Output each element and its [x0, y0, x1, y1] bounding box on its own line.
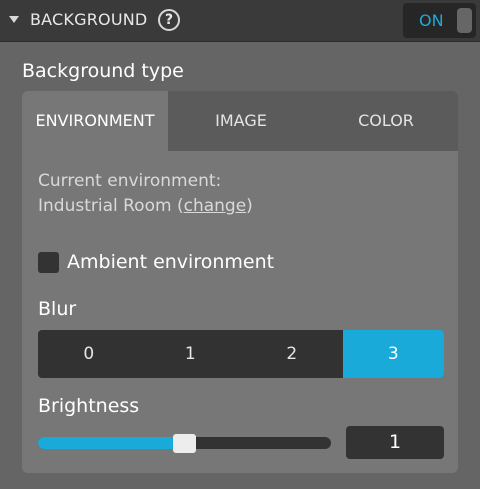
tab-color[interactable]: COLOR — [314, 91, 458, 151]
brightness-slider-handle[interactable] — [173, 434, 196, 453]
tab-bar: ENVIRONMENT IMAGE COLOR — [22, 91, 458, 151]
blur-selector: 0 1 2 3 — [38, 330, 444, 378]
tab-environment[interactable]: ENVIRONMENT — [22, 91, 168, 151]
blur-label: Blur — [38, 298, 77, 320]
section-header[interactable]: BACKGROUND ? ON — [0, 0, 480, 42]
ambient-environment-checkbox[interactable] — [38, 252, 59, 273]
change-environment-link[interactable]: change — [184, 196, 247, 216]
tab-image[interactable]: IMAGE — [168, 91, 314, 151]
brightness-value-input[interactable]: 1 — [346, 426, 444, 459]
caret-down-icon[interactable] — [9, 16, 19, 23]
environment-name: Industrial Room — [38, 196, 172, 216]
brightness-label: Brightness — [38, 395, 140, 417]
blur-option-3[interactable]: 3 — [342, 330, 444, 378]
toggle-label: ON — [419, 11, 444, 30]
background-type-heading: Background type — [22, 60, 184, 82]
open-paren: ( — [171, 196, 184, 216]
close-paren: ) — [246, 196, 253, 216]
background-type-panel: ENVIRONMENT IMAGE COLOR Current environm… — [22, 91, 458, 473]
blur-option-2[interactable]: 2 — [241, 330, 343, 378]
blur-option-1[interactable]: 1 — [140, 330, 242, 378]
toggle-knob[interactable] — [457, 8, 472, 33]
current-environment-value: Industrial Room (change) — [38, 193, 253, 219]
blur-option-0[interactable]: 0 — [38, 330, 140, 378]
background-toggle[interactable]: ON — [403, 3, 476, 38]
brightness-slider-fill — [38, 437, 185, 449]
current-environment-label: Current environment: — [38, 171, 222, 191]
section-title-background[interactable]: BACKGROUND — [30, 10, 147, 30]
ambient-environment-label[interactable]: Ambient environment — [67, 249, 274, 275]
help-icon[interactable]: ? — [158, 9, 180, 31]
